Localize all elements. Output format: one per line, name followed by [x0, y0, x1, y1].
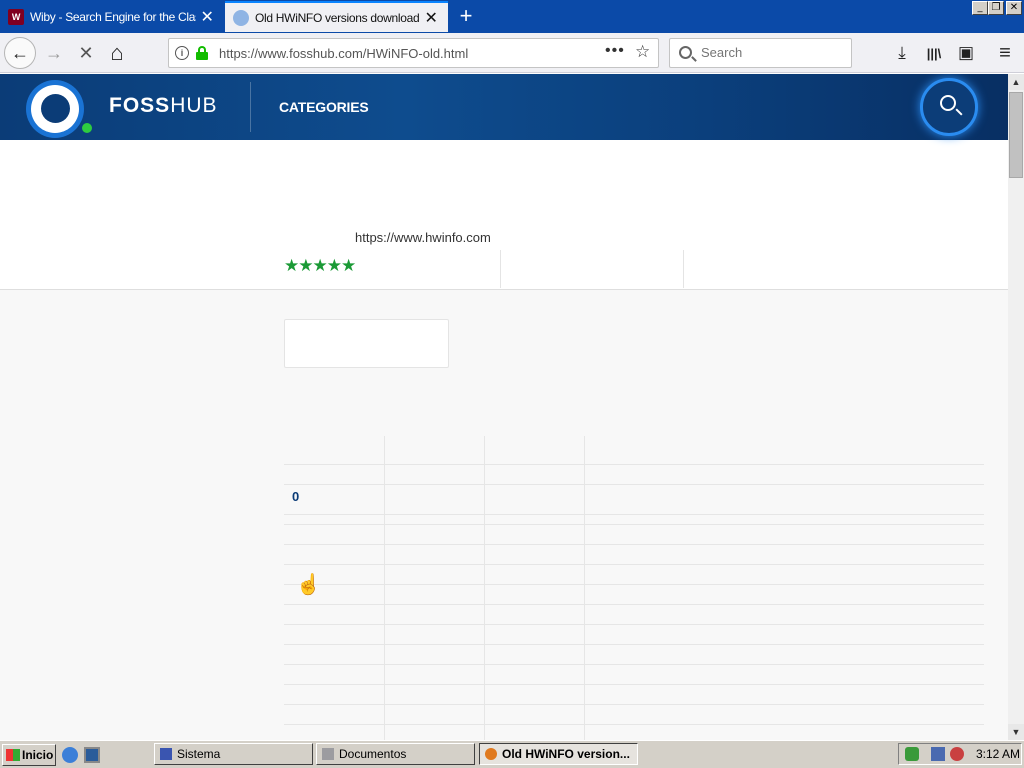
security-shield-icon[interactable] [905, 747, 919, 761]
scrollbar-thumb[interactable] [1009, 92, 1023, 178]
table-row [284, 584, 984, 585]
search-icon [940, 95, 956, 111]
firefox-icon [485, 748, 497, 760]
new-tab-button[interactable]: + [454, 5, 478, 29]
table-row [284, 464, 984, 465]
table-row [284, 724, 984, 725]
navigation-toolbar: ← → ✕ ⌂ i https://www.fosshub.com/HWiNFO… [0, 33, 1024, 73]
table-row [284, 524, 984, 525]
scroll-down-arrow-icon[interactable]: ▼ [1008, 724, 1024, 740]
lock-icon [196, 46, 208, 60]
fosshub-logo-icon[interactable] [26, 80, 84, 138]
close-icon[interactable]: ✕ [420, 7, 442, 29]
tab-wiby[interactable]: W Wiby - Search Engine for the Classic W… [0, 1, 224, 32]
windows-flag-icon [6, 749, 20, 761]
stop-button[interactable]: ✕ [72, 39, 100, 67]
table-row [284, 604, 984, 605]
hand-cursor-icon: ☝ [296, 574, 321, 596]
home-button[interactable]: ⌂ [103, 39, 131, 67]
table-row [284, 514, 984, 515]
table-row [284, 684, 984, 685]
table-row [284, 624, 984, 625]
start-label: Inicio [22, 748, 54, 762]
table-row [284, 484, 984, 485]
categories-menu[interactable]: CATEGORIES [279, 99, 369, 115]
sidebar-icon[interactable]: ▣ [952, 39, 980, 67]
bookmark-star-icon[interactable]: ☆ [635, 42, 650, 62]
tab-hwinfo[interactable]: Old HWiNFO versions download ✕ [225, 1, 448, 32]
tab-label: Old HWiNFO versions download [255, 10, 420, 25]
system-tray: 3:12 AM [898, 743, 1022, 765]
table-column-divider [584, 436, 585, 740]
tab-label: Wiby - Search Engine for the Classic Web [30, 9, 196, 24]
search-bar[interactable] [669, 38, 852, 68]
close-icon[interactable]: ✕ [196, 6, 218, 28]
scroll-up-arrow-icon[interactable]: ▲ [1008, 74, 1024, 90]
table-column-divider [484, 436, 485, 740]
rating-stars: ★★★★★ [284, 256, 356, 275]
brand-name[interactable]: FOSSHUB [109, 94, 218, 118]
web-page: FOSSHUB CATEGORIES https://www.hwinfo.co… [0, 74, 1008, 740]
info-divider [500, 250, 501, 288]
vertical-scrollbar[interactable]: ▲ ▼ [1008, 74, 1024, 740]
table-column-divider [384, 436, 385, 740]
download-button-placeholder[interactable] [284, 319, 449, 368]
site-header: FOSSHUB CATEGORIES [0, 74, 1008, 140]
back-button[interactable]: ← [4, 37, 36, 69]
folder-icon [322, 748, 334, 760]
volume-muted-icon[interactable] [950, 747, 964, 761]
search-input[interactable] [701, 45, 846, 60]
page-actions-icon[interactable]: ••• [605, 42, 625, 60]
network-icon[interactable] [931, 747, 945, 761]
downloads-icon[interactable]: ⤓ [888, 39, 916, 67]
status-dot-icon [82, 123, 92, 133]
info-divider [683, 250, 684, 288]
ie-icon[interactable] [62, 747, 78, 763]
taskbar-documentos[interactable]: Documentos [316, 743, 475, 765]
restore-button[interactable]: ❐ [988, 1, 1004, 15]
table-row [284, 544, 984, 545]
taskbar-firefox[interactable]: Old HWiNFO version... [479, 743, 638, 765]
header-divider [250, 82, 251, 132]
desktop-icon[interactable] [84, 747, 100, 763]
table-row [284, 664, 984, 665]
site-search-button[interactable] [920, 78, 978, 136]
globe-icon [233, 9, 249, 26]
versions-table: 0 [284, 436, 984, 740]
minimize-button[interactable]: _ [972, 1, 988, 15]
info-icon[interactable]: i [175, 46, 189, 60]
menu-icon[interactable]: ≡ [991, 39, 1019, 67]
wiby-icon: W [8, 8, 24, 25]
search-icon [679, 46, 692, 59]
forward-button[interactable]: → [40, 39, 68, 67]
address-bar[interactable]: i https://www.fosshub.com/HWiNFO-old.htm… [168, 38, 659, 68]
taskbar: Inicio Sistema Documentos Old HWiNFO ver… [0, 740, 1024, 768]
tab-strip: W Wiby - Search Engine for the Classic W… [0, 0, 1024, 33]
table-cell-value: 0 [292, 489, 300, 504]
start-button[interactable]: Inicio [2, 744, 56, 766]
table-row [284, 564, 984, 565]
library-icon[interactable]: |||\ [920, 39, 948, 67]
taskbar-sistema[interactable]: Sistema [154, 743, 313, 765]
close-window-button[interactable]: ✕ [1006, 1, 1022, 15]
table-row [284, 704, 984, 705]
table-row [284, 644, 984, 645]
screen: W Wiby - Search Engine for the Classic W… [0, 0, 1024, 768]
url-text[interactable]: https://www.fosshub.com/HWiNFO-old.html [219, 46, 468, 61]
developer-url-link[interactable]: https://www.hwinfo.com [355, 230, 491, 245]
clock: 3:12 AM [976, 747, 1021, 761]
system-icon [160, 748, 172, 760]
